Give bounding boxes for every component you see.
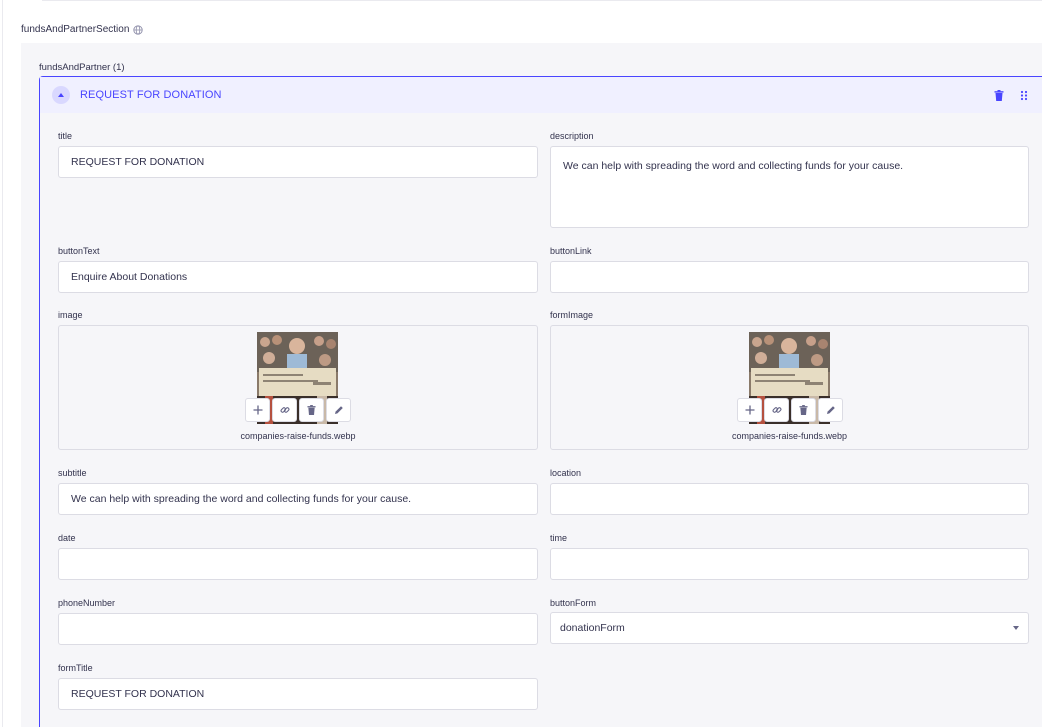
component-label: fundsAndPartner (1) [39,62,125,73]
description-textarea[interactable]: We can help with spreading the word and … [550,146,1029,228]
image-filename: companies-raise-funds.webp [240,431,356,441]
link-icon [280,407,289,413]
buttonText-label: buttonText [58,246,100,256]
date-input[interactable] [58,548,538,580]
pencil-icon [334,406,343,414]
left-rail [2,0,3,727]
phoneNumber-label: phoneNumber [58,598,116,608]
formImage-media-actions [737,398,843,422]
location-input[interactable] [550,483,1029,515]
formImage-label: formImage [550,310,594,320]
component-entry-title: REQUEST FOR DONATION [80,89,222,101]
image-label: image [58,310,83,320]
date-label: date [58,533,76,543]
section-label-text: fundsAndPartnerSection [21,24,130,35]
subtitle-label: subtitle [58,468,87,478]
chevron-up-icon [58,93,64,97]
delete-media-button[interactable] [791,398,816,422]
title-label: title [58,131,73,141]
time-label: time [550,533,568,543]
trash-icon [307,405,316,415]
formTitle-input[interactable]: REQUEST FOR DONATION [58,678,538,710]
phoneNumber-input[interactable] [58,613,538,645]
trash-icon[interactable] [994,90,1004,101]
component-entry-header[interactable]: REQUEST FOR DONATION [40,77,1042,113]
collapse-button[interactable] [52,86,70,104]
formTitle-label: formTitle [58,663,93,673]
buttonForm-selected-value: donationForm [560,622,625,634]
buttonLink-label: buttonLink [550,246,592,256]
add-media-button[interactable] [245,398,270,422]
edit-media-button[interactable] [326,398,351,422]
image-media-actions [245,398,351,422]
location-label: location [550,468,582,478]
image-media-field[interactable]: companies-raise-funds.webp [58,325,538,450]
top-divider [42,0,1042,1]
trash-icon [799,405,808,415]
section-label: fundsAndPartnerSection [21,24,144,35]
time-input[interactable] [550,548,1029,580]
copy-link-button[interactable] [764,398,789,422]
buttonText-input[interactable]: Enquire About Donations [58,261,538,293]
buttonForm-select[interactable]: donationForm [550,612,1029,644]
subtitle-input[interactable]: We can help with spreading the word and … [58,483,538,515]
add-media-button[interactable] [737,398,762,422]
edit-media-button[interactable] [818,398,843,422]
copy-link-button[interactable] [272,398,297,422]
caret-down-icon [1013,626,1019,630]
plus-icon [253,405,262,415]
plus-icon [745,405,754,415]
globe-icon [133,24,144,35]
formImage-filename: companies-raise-funds.webp [731,431,848,441]
buttonLink-input[interactable] [550,261,1029,293]
drag-icon[interactable] [1019,90,1029,101]
pencil-icon [826,406,835,414]
buttonForm-label: buttonForm [550,598,597,608]
formImage-media-field[interactable]: companies-raise-funds.webp [550,325,1029,450]
link-icon [772,407,781,413]
delete-media-button[interactable] [299,398,324,422]
title-input[interactable]: REQUEST FOR DONATION [58,146,538,178]
description-label: description [550,131,594,141]
